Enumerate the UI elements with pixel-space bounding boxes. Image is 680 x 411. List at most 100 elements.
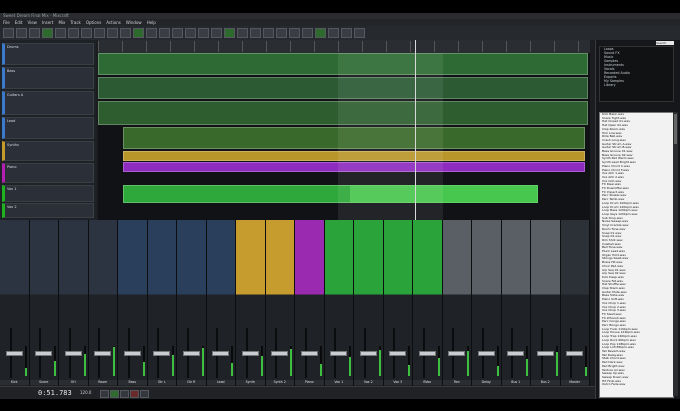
toolbar-button[interactable] [198,28,209,38]
browser-file-item[interactable]: Outro Fade.wav [600,383,673,387]
mixer-channel-strip[interactable]: Synth 2 [265,220,295,386]
toolbar-button[interactable] [172,28,183,38]
fader-cap[interactable] [212,351,230,356]
fader-cap[interactable] [418,351,436,356]
mixer-channel-strip[interactable]: Vox 2 [354,220,384,386]
toolbar-button[interactable] [211,28,222,38]
fader-cap[interactable] [536,351,554,356]
toolbar-button[interactable] [289,28,300,38]
fader-cap[interactable] [271,351,289,356]
browser-file-list[interactable]: Kick Basic.wav Snare Tight.wav Hat Closed … [599,112,674,398]
fader-cap[interactable] [241,351,259,356]
mixer-channel-strip[interactable]: Piano [295,220,325,386]
track-header[interactable]: Piano [2,163,94,183]
toolbar-button[interactable] [224,28,235,38]
menu-item-track[interactable]: Track [70,20,80,25]
toolbar-button[interactable] [159,28,170,38]
menu-item-options[interactable]: Options [86,20,101,25]
toolbar-button[interactable] [315,28,326,38]
mixer-channel-strip[interactable]: Bus 1 [501,220,531,386]
toolbar-button[interactable] [185,28,196,38]
toolbar-button[interactable] [237,28,248,38]
fader-cap[interactable] [448,351,466,356]
mixer-channel-strip[interactable]: Master [560,220,590,386]
mixer-channel-strip[interactable]: Synth [236,220,266,386]
menu-item-insert[interactable]: Insert [42,20,53,25]
toolbar-button[interactable] [354,28,365,38]
loop-selection[interactable] [338,53,443,220]
rewind-button[interactable] [100,390,109,398]
track-header[interactable]: Guitars A [2,91,94,115]
toolbar-button[interactable] [302,28,313,38]
fader-cap[interactable] [359,351,377,356]
fader-cap[interactable] [182,351,200,356]
mixer-channel-strip[interactable]: Rev [442,220,472,386]
loop-button[interactable] [140,390,149,398]
mixer-channel-strip[interactable]: Gtr R [177,220,207,386]
toolbar-button[interactable] [107,28,118,38]
mixer-channel-strip[interactable]: Room [88,220,118,386]
toolbar-button[interactable] [120,28,131,38]
scroll-thumb[interactable] [674,114,677,144]
track-header[interactable]: Lead [2,117,94,139]
mixer-channel-strip[interactable]: Vox 3 [383,220,413,386]
menu-item-window[interactable]: Window [126,20,142,25]
fader-cap[interactable] [566,351,584,356]
toolbar-button[interactable] [29,28,40,38]
toolbar-button[interactable] [55,28,66,38]
fader-cap[interactable] [5,351,23,356]
playhead[interactable] [415,40,416,220]
mixer-channel-strip[interactable]: BVox [413,220,443,386]
fader-cap[interactable] [64,351,82,356]
track-header[interactable]: Vox 2 [2,203,94,218]
fader-cap[interactable] [123,351,141,356]
toolbar-button[interactable] [133,28,144,38]
browser-scrollbar[interactable] [673,112,678,396]
record-button[interactable] [130,390,139,398]
track-header[interactable]: Drums [2,43,94,65]
play-button[interactable] [110,390,119,398]
fader-cap[interactable] [330,351,348,356]
browser-tree[interactable]: Loops Sound FX Music Samples Instruments Voca… [599,46,674,102]
menu-item-edit[interactable]: Edit [15,20,23,25]
mixer-channel-strip[interactable]: Lead [206,220,236,386]
fader-cap[interactable] [477,351,495,356]
menu-item-mix[interactable]: Mix [58,20,65,25]
mixer-channel-strip[interactable]: Kick [0,220,30,386]
timeline-ruler[interactable] [98,40,590,54]
toolbar-button[interactable] [276,28,287,38]
fader-cap[interactable] [300,351,318,356]
toolbar-button[interactable] [81,28,92,38]
toolbar-button[interactable] [94,28,105,38]
mixer-channel-strip[interactable]: Bus 2 [531,220,561,386]
toolbar-button[interactable] [341,28,352,38]
stop-button[interactable] [120,390,129,398]
toolbar-button[interactable] [16,28,27,38]
fader-cap[interactable] [94,351,112,356]
toolbar-button[interactable] [263,28,274,38]
fader-cap[interactable] [389,351,407,356]
fader-cap[interactable] [35,351,53,356]
toolbar-button[interactable] [250,28,261,38]
toolbar-button[interactable] [68,28,79,38]
mixer-channel-strip[interactable]: Snare [29,220,59,386]
track-header[interactable]: Synths [2,141,94,161]
mixer-channel-strip[interactable]: Gtr L [147,220,177,386]
fader-cap[interactable] [153,351,171,356]
mixer-channel-strip[interactable]: Bass [118,220,148,386]
tempo-display[interactable]: 120.0 [80,390,91,395]
mixer-channel-strip[interactable]: Vox 1 [324,220,354,386]
track-header[interactable]: Vox 1 [2,185,94,202]
menu-item-actions[interactable]: Actions [106,20,121,25]
track-header[interactable]: Bass [2,67,94,89]
toolbar-button[interactable] [146,28,157,38]
toolbar-button[interactable] [42,28,53,38]
mixer-channel-strip[interactable]: OH [59,220,89,386]
browser-tree-item[interactable]: Library [600,83,673,87]
menu-item-view[interactable]: View [27,20,37,25]
menu-item-help[interactable]: Help [147,20,156,25]
menu-item-file[interactable]: File [3,20,10,25]
mixer-channel-strip[interactable]: Delay [472,220,502,386]
fader-cap[interactable] [507,351,525,356]
browser-search-field[interactable]: Search [656,41,674,45]
